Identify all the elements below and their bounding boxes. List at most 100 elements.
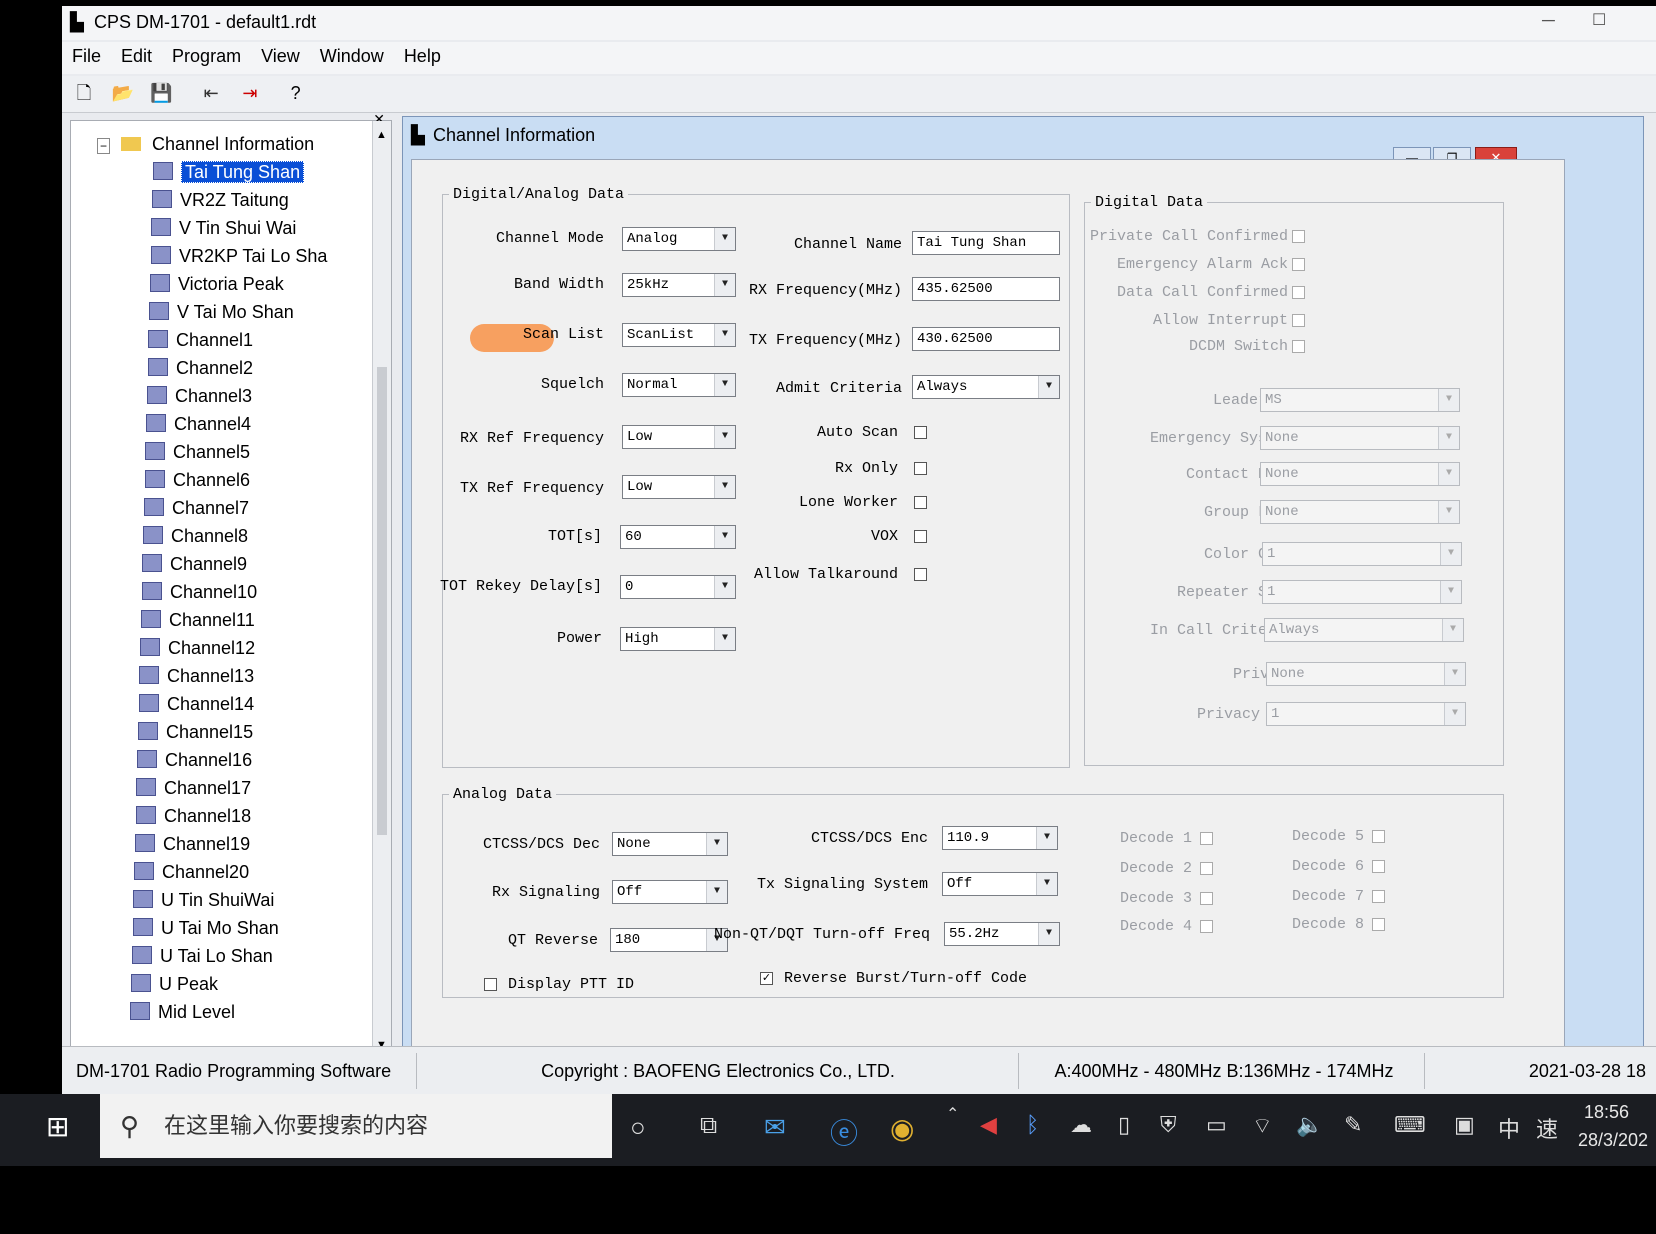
mail-icon[interactable]: ✉ xyxy=(764,1112,786,1143)
windows-start-icon[interactable]: ⊞ xyxy=(46,1110,69,1143)
tree-item[interactable]: Channel15 xyxy=(138,719,253,745)
power-select[interactable]: High ▼ xyxy=(620,627,736,651)
allow-talkaround-checkbox[interactable] xyxy=(914,568,927,581)
decode-3-checkbox[interactable] xyxy=(1200,892,1213,905)
tree-scrollbar[interactable]: ▲ ▼ xyxy=(372,121,391,1057)
menu-view[interactable]: View xyxy=(251,42,310,71)
ctcss-enc-select[interactable]: 110.9 ▼ xyxy=(942,826,1058,850)
ime-speed[interactable]: 速 xyxy=(1536,1112,1558,1144)
data-call-checkbox[interactable] xyxy=(1292,286,1305,299)
keyboard-icon[interactable]: ⌨ xyxy=(1394,1112,1426,1138)
tx-ref-select[interactable]: Low ▼ xyxy=(622,475,736,499)
tree-item[interactable]: Channel2 xyxy=(148,355,253,381)
repeater-slot-select[interactable]: 1 ▼ xyxy=(1262,580,1462,604)
usb-icon[interactable]: ▯ xyxy=(1118,1112,1130,1138)
privacy-select[interactable]: None ▼ xyxy=(1266,662,1466,686)
emergency-ack-checkbox[interactable] xyxy=(1292,258,1305,271)
minimize-icon[interactable]: ─ xyxy=(1542,10,1555,31)
emergency-system-select[interactable]: None ▼ xyxy=(1260,426,1460,450)
admit-criteria-select[interactable]: Always ▼ xyxy=(912,375,1060,399)
tree-item[interactable]: Channel10 xyxy=(142,579,257,605)
decode-7-checkbox[interactable] xyxy=(1372,890,1385,903)
private-call-checkbox[interactable] xyxy=(1292,230,1305,243)
title-bar[interactable]: ▙ CPS DM-1701 - default1.rdt ─ ☐ xyxy=(62,6,1656,40)
tree-item[interactable]: U Peak xyxy=(131,971,218,997)
onedrive-icon[interactable]: ☁ xyxy=(1070,1112,1092,1138)
child-title-bar[interactable]: ▙ Channel Information ▬ ❐ ✕ xyxy=(403,117,1643,169)
tree-item[interactable]: Victoria Peak xyxy=(150,271,284,297)
tablet-mode-icon[interactable]: ▣ xyxy=(1454,1112,1475,1138)
tree-item[interactable]: Mid Level xyxy=(130,999,235,1025)
dcdm-checkbox[interactable] xyxy=(1292,340,1305,353)
chrome-icon[interactable]: ◉ xyxy=(890,1112,914,1145)
scrollbar-thumb[interactable] xyxy=(377,367,387,835)
tree-item[interactable]: Channel9 xyxy=(142,551,247,577)
tot-select[interactable]: 60 ▼ xyxy=(620,525,736,549)
tree-item[interactable]: V Tin Shui Wai xyxy=(151,215,296,241)
channel-name-input[interactable]: Tai Tung Shan xyxy=(912,231,1060,255)
decode-6-checkbox[interactable] xyxy=(1372,860,1385,873)
new-file-icon[interactable]: 🗋 xyxy=(70,80,98,106)
tree-item[interactable]: VR2KP Tai Lo Sha xyxy=(151,243,327,269)
band-width-select[interactable]: 25kHz ▼ xyxy=(622,273,736,297)
menu-file[interactable]: File xyxy=(62,42,111,71)
decode-1-checkbox[interactable] xyxy=(1200,832,1213,845)
flag-icon[interactable]: ◀ xyxy=(980,1112,997,1138)
rx-only-checkbox[interactable] xyxy=(914,462,927,475)
turnoff-freq-select[interactable]: 55.2Hz ▼ xyxy=(944,922,1060,946)
security-shield-icon[interactable]: ⛨ xyxy=(1160,1112,1177,1138)
in-call-select[interactable]: Always ▼ xyxy=(1264,618,1464,642)
channel-tree[interactable]: ✕ − Channel Information Tai Tung Shan VR2… xyxy=(70,111,392,1058)
taskbar-search[interactable]: ⚲ 在这里输入你要搜索的内容 xyxy=(100,1094,612,1158)
tree-item[interactable]: Channel16 xyxy=(137,747,252,773)
save-icon[interactable]: 💾 xyxy=(147,80,175,106)
rx-freq-input[interactable]: 435.62500 xyxy=(912,277,1060,301)
leader-select[interactable]: MS ▼ xyxy=(1260,388,1460,412)
display-ptt-checkbox[interactable] xyxy=(484,978,497,991)
vox-checkbox[interactable] xyxy=(914,530,927,543)
decode-2-checkbox[interactable] xyxy=(1200,862,1213,875)
collapse-icon[interactable]: − xyxy=(97,138,111,154)
tree-item[interactable]: Channel5 xyxy=(145,439,250,465)
tree-item[interactable]: U Tin ShuiWai xyxy=(133,887,274,913)
read-radio-icon[interactable]: ⇤ xyxy=(197,80,225,106)
tree-item[interactable]: Channel20 xyxy=(134,859,249,885)
help-icon[interactable]: ? xyxy=(282,80,310,106)
tree-item[interactable]: V Tai Mo Shan xyxy=(149,299,294,325)
tree-item[interactable]: VR2Z Taitung xyxy=(152,187,289,213)
tree-item[interactable]: Channel8 xyxy=(143,523,248,549)
ctcss-dec-select[interactable]: None ▼ xyxy=(612,832,728,856)
tree-item[interactable]: Channel17 xyxy=(136,775,251,801)
rx-signaling-select[interactable]: Off ▼ xyxy=(612,880,728,904)
qt-reverse-select[interactable]: 180 ▼ xyxy=(610,928,728,952)
tree-item[interactable]: U Tai Mo Shan xyxy=(133,915,279,941)
tree-item[interactable]: Channel4 xyxy=(146,411,251,437)
auto-scan-checkbox[interactable] xyxy=(914,426,927,439)
tx-freq-input[interactable]: 430.62500 xyxy=(912,327,1060,351)
tree-item[interactable]: Channel11 xyxy=(141,607,255,633)
tree-item[interactable]: Channel6 xyxy=(145,467,250,493)
reverse-burst-checkbox[interactable]: ✓ xyxy=(760,972,773,985)
pen-icon[interactable]: ✎ xyxy=(1344,1112,1362,1138)
tree-item[interactable]: Channel19 xyxy=(135,831,250,857)
wifi-icon[interactable]: ⌔ xyxy=(1252,1112,1273,1140)
write-radio-icon[interactable]: ⇥ xyxy=(236,80,264,106)
open-folder-icon[interactable]: 📂 xyxy=(109,80,137,106)
task-view-icon[interactable]: ⧉ xyxy=(700,1112,717,1140)
tree-item[interactable]: Channel13 xyxy=(139,663,254,689)
color-code-select[interactable]: 1 ▼ xyxy=(1262,542,1462,566)
privacy-no-select[interactable]: 1 ▼ xyxy=(1266,702,1466,726)
tx-signaling-select[interactable]: Off ▼ xyxy=(942,872,1058,896)
tree-item[interactable]: Channel18 xyxy=(136,803,251,829)
decode-4-checkbox[interactable] xyxy=(1200,920,1213,933)
ie-browser-icon[interactable]: ⓔ xyxy=(830,1112,858,1152)
tree-item[interactable]: Tai Tung Shan xyxy=(153,159,305,185)
squelch-select[interactable]: Normal ▼ xyxy=(622,373,736,397)
volume-icon[interactable]: 🔈 xyxy=(1296,1112,1323,1138)
battery-icon[interactable]: ▭ xyxy=(1206,1112,1227,1138)
menu-window[interactable]: Window xyxy=(310,42,394,71)
tot-rekey-select[interactable]: 0 ▼ xyxy=(620,575,736,599)
tree-item[interactable]: Channel7 xyxy=(144,495,249,521)
scroll-up-icon[interactable]: ▲ xyxy=(376,129,387,141)
menu-program[interactable]: Program xyxy=(162,42,251,71)
